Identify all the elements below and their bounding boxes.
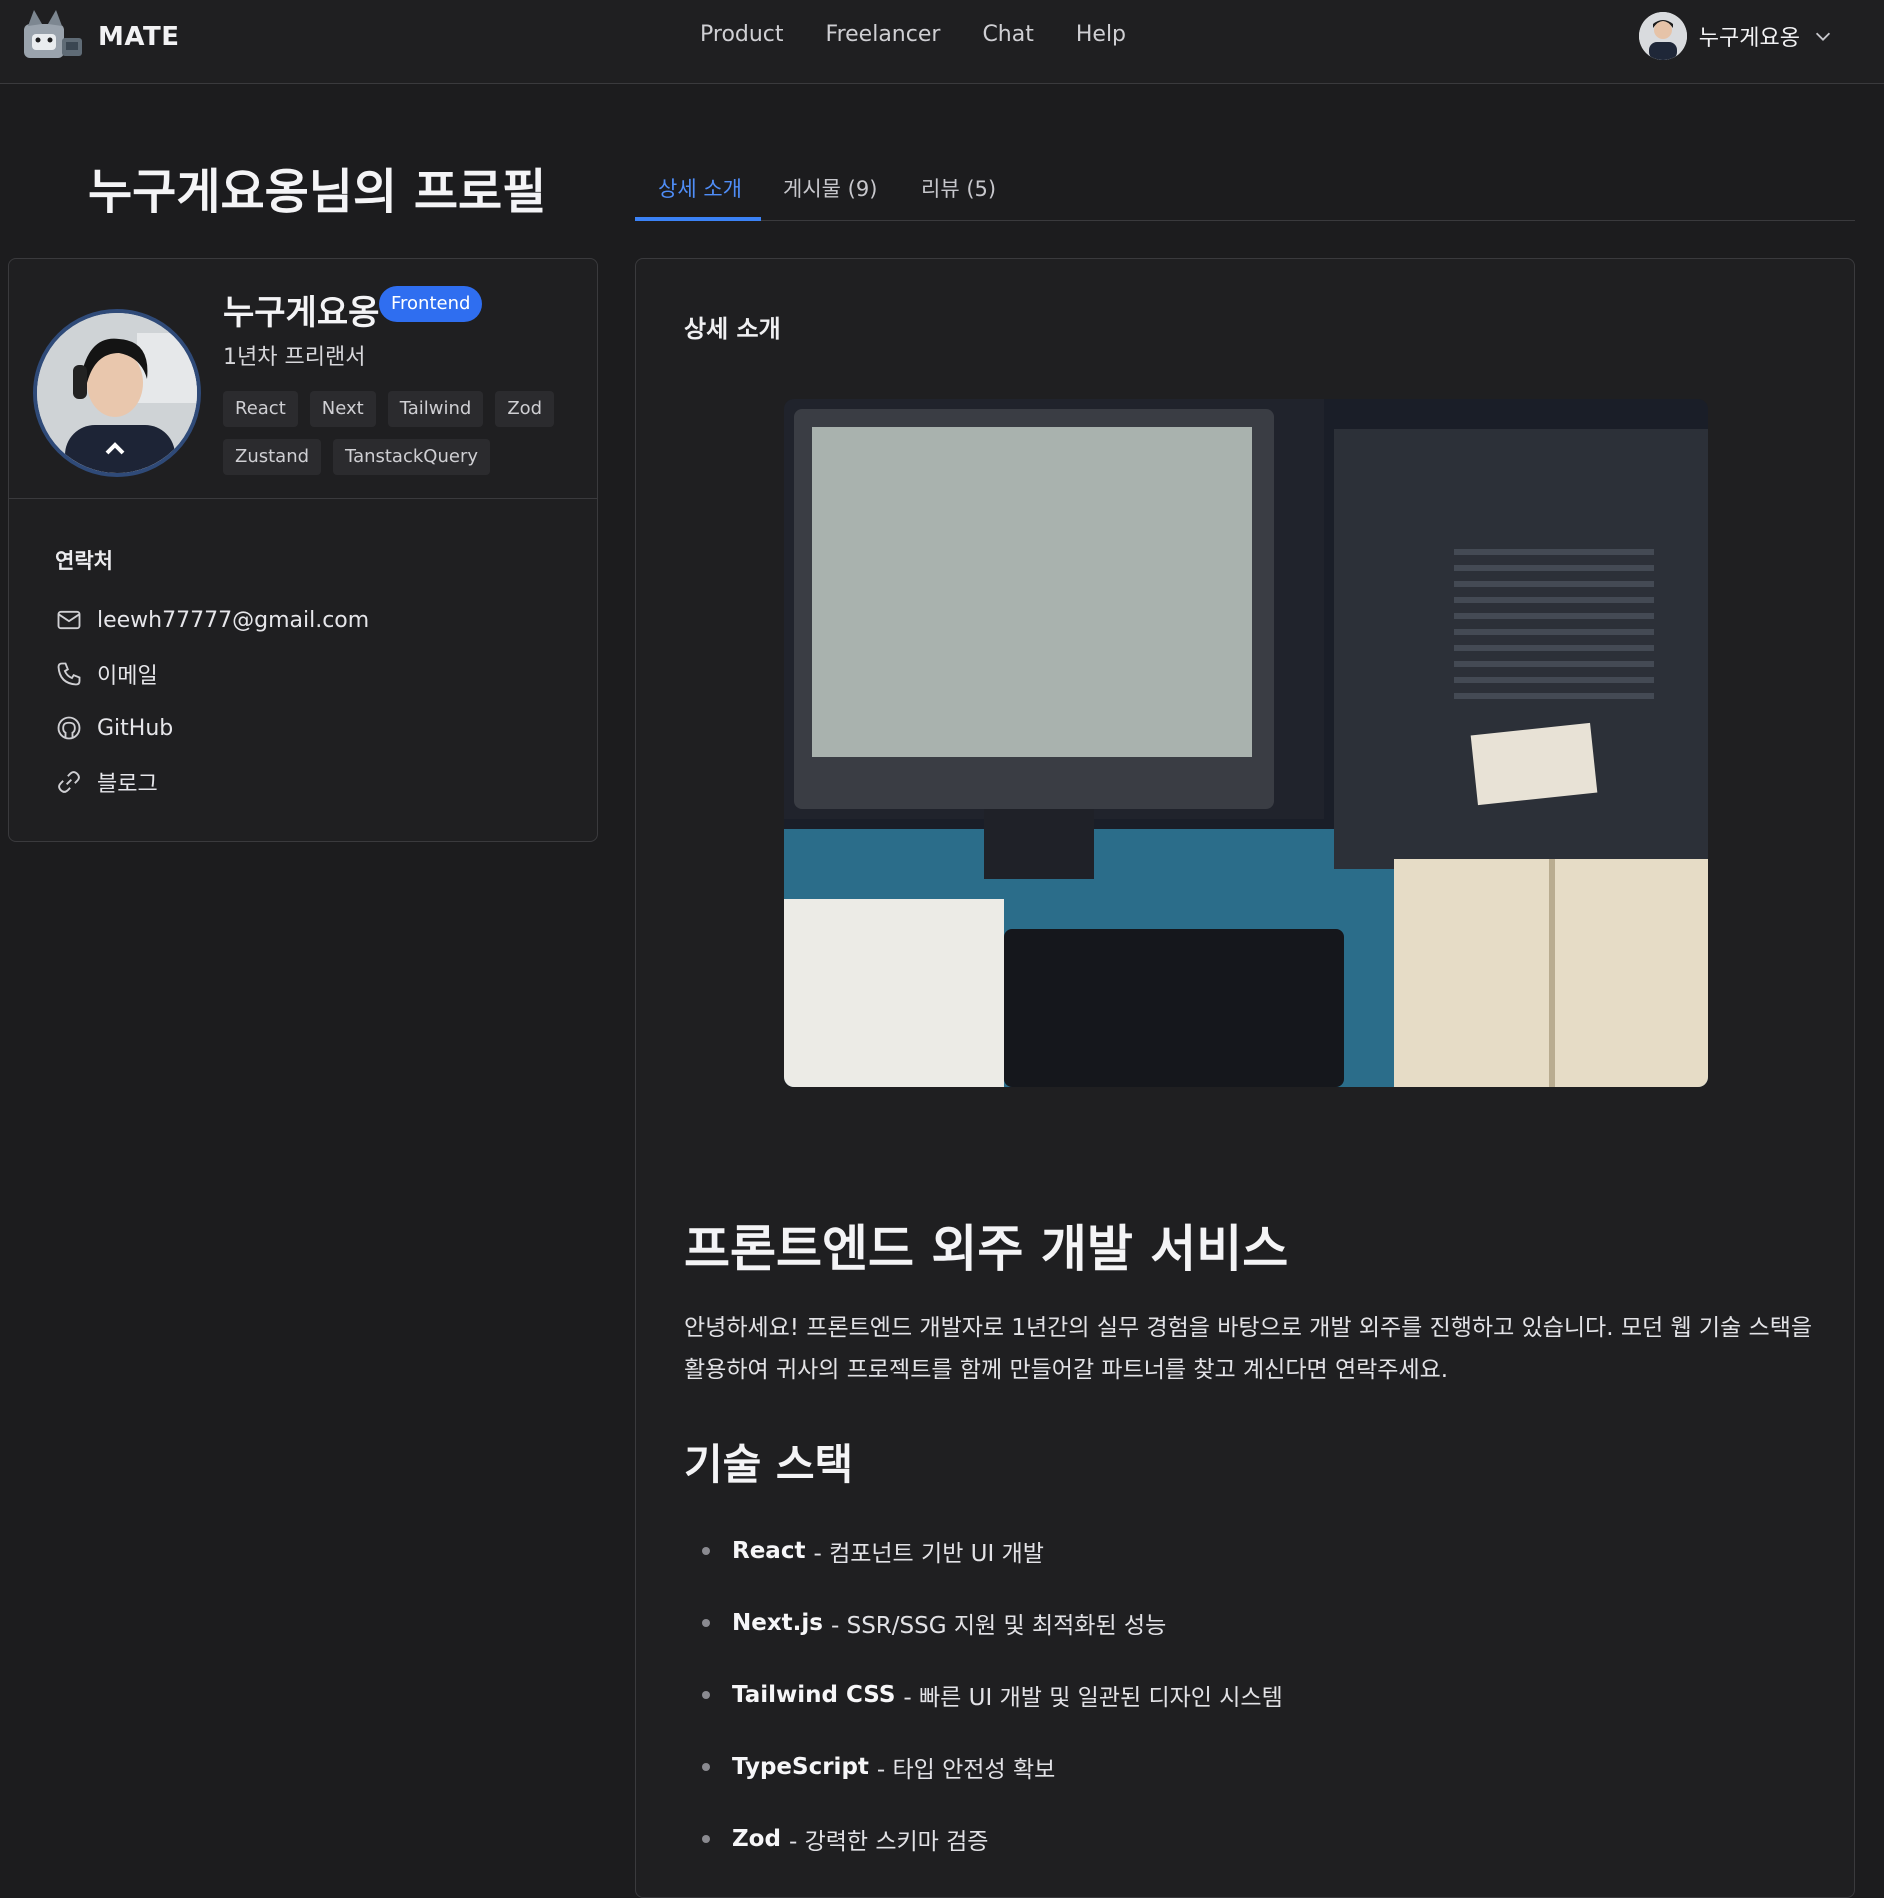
section-label: 상세 소개 bbox=[684, 315, 781, 343]
page-title: 누구게요옹님의 프로필 bbox=[88, 164, 547, 220]
content-heading: 프론트엔드 외주 개발 서비스 bbox=[684, 1220, 1289, 1278]
skill-chip: React bbox=[223, 391, 298, 427]
list-item: React - 컴포넌트 기반 UI 개발 bbox=[684, 1515, 1283, 1587]
profile-card: 누구게요옹 Frontend 1년차 프리랜서 React Next Tailw… bbox=[8, 258, 598, 842]
bullet bbox=[702, 1691, 710, 1699]
intro-paragraph: 안녕하세요! 프론트엔드 개발자로 1년간의 실무 경험을 바탕으로 개발 외주… bbox=[684, 1315, 1813, 1383]
tech-desc: - 컴포넌트 기반 UI 개발 bbox=[813, 1541, 1044, 1567]
contact-email-text: leewh77777@gmail.com bbox=[97, 607, 370, 633]
nav-chat[interactable]: Chat bbox=[982, 22, 1033, 47]
tab-posts[interactable]: 게시물 (9) bbox=[783, 173, 877, 203]
tech-desc: - 타입 안전성 확보 bbox=[876, 1757, 1056, 1783]
bullet bbox=[702, 1619, 710, 1627]
contact-blog[interactable]: 블로그 bbox=[55, 755, 369, 809]
skill-chip: Tailwind bbox=[387, 391, 484, 427]
profile-avatar bbox=[33, 309, 201, 477]
list-item: Tailwind CSS - 빠른 UI 개발 및 일관된 디자인 시스템 bbox=[684, 1659, 1283, 1731]
detail-card: 상세 소개 프론트엔드 외주 개발 서비스 안녕하세요! 프론트엔드 개발자로 … bbox=[635, 258, 1855, 1898]
bullet bbox=[702, 1835, 710, 1843]
contact-github-text: GitHub bbox=[97, 715, 174, 741]
phone-icon bbox=[57, 662, 81, 686]
user-name: 누구게요옹 bbox=[1698, 26, 1800, 51]
contact-phone-text: 이메일 bbox=[97, 664, 158, 689]
contact-phone[interactable]: 이메일 bbox=[55, 647, 369, 701]
skill-chip: Next bbox=[309, 391, 376, 427]
tech-name: React bbox=[732, 1538, 806, 1564]
brand-name: MATE bbox=[98, 22, 180, 52]
mail-icon bbox=[57, 610, 81, 630]
tech-desc: - SSR/SSG 지원 및 최적화된 성능 bbox=[831, 1613, 1167, 1639]
cat-logo-icon bbox=[24, 10, 82, 58]
tech-desc: - 빠른 UI 개발 및 일관된 디자인 시스템 bbox=[903, 1685, 1283, 1711]
skill-chip: Zustand bbox=[223, 439, 322, 475]
brand-logo[interactable]: MATE bbox=[18, 4, 179, 70]
skill-chip: Zod bbox=[495, 391, 555, 427]
list-item: Zod - 강력한 스키마 검증 bbox=[684, 1803, 1283, 1875]
bullet bbox=[702, 1763, 710, 1771]
tab-detail[interactable]: 상세 소개 bbox=[658, 173, 742, 203]
github-icon bbox=[57, 716, 81, 740]
tech-name: Zod bbox=[732, 1826, 781, 1852]
user-avatar bbox=[1638, 12, 1687, 60]
tech-name: Next.js bbox=[732, 1610, 823, 1636]
role-badge: Frontend bbox=[379, 286, 483, 322]
contact-section: 연락처 leewh77777@gmail.com 이메일 GitHub 블로그 bbox=[55, 545, 369, 809]
nav-help[interactable]: Help bbox=[1076, 22, 1126, 47]
user-menu[interactable]: 누구게요옹 bbox=[1638, 12, 1834, 60]
list-item: Next.js - SSR/SSG 지원 및 최적화된 성능 bbox=[684, 1587, 1283, 1659]
hero-image bbox=[784, 399, 1708, 1087]
tech-stack-list: React - 컴포넌트 기반 UI 개발 Next.js - SSR/SSG 지원… bbox=[684, 1515, 1283, 1875]
stack-heading: 기술 스택 bbox=[684, 1440, 854, 1489]
nav-product[interactable]: Product bbox=[700, 22, 784, 47]
nav-freelancer[interactable]: Freelancer bbox=[826, 22, 941, 47]
link-icon bbox=[58, 771, 80, 793]
skill-chips: React Next Tailwind Zod Zustand Tanstack… bbox=[223, 391, 583, 475]
main-nav: Product Freelancer Chat Help bbox=[700, 22, 1126, 47]
contact-email[interactable]: leewh77777@gmail.com bbox=[55, 593, 369, 647]
top-navbar: MATE Product Freelancer Chat Help 누구게요옹 bbox=[0, 0, 1884, 84]
tech-desc: - 강력한 스키마 검증 bbox=[788, 1829, 989, 1855]
tech-name: Tailwind CSS bbox=[732, 1682, 896, 1708]
profile-name: 누구게요옹 bbox=[223, 293, 380, 333]
profile-tabs: 상세 소개 게시물 (9) 리뷰 (5) bbox=[635, 165, 1855, 221]
contact-blog-text: 블로그 bbox=[97, 772, 158, 797]
tech-name: TypeScript bbox=[732, 1754, 869, 1780]
bullet bbox=[702, 1547, 710, 1555]
experience-label: 1년차 프리랜서 bbox=[223, 345, 366, 370]
skill-chip: TanstackQuery bbox=[333, 439, 490, 475]
tab-reviews[interactable]: 리뷰 (5) bbox=[921, 173, 996, 203]
chevron-down-icon[interactable] bbox=[1812, 25, 1834, 47]
list-item: TypeScript - 타입 안전성 확보 bbox=[684, 1731, 1283, 1803]
active-tab-indicator bbox=[635, 217, 761, 221]
contact-github[interactable]: GitHub bbox=[55, 701, 369, 755]
contact-title: 연락처 bbox=[55, 549, 113, 573]
profile-summary: 누구게요옹 Frontend 1년차 프리랜서 React Next Tailw… bbox=[9, 259, 597, 499]
